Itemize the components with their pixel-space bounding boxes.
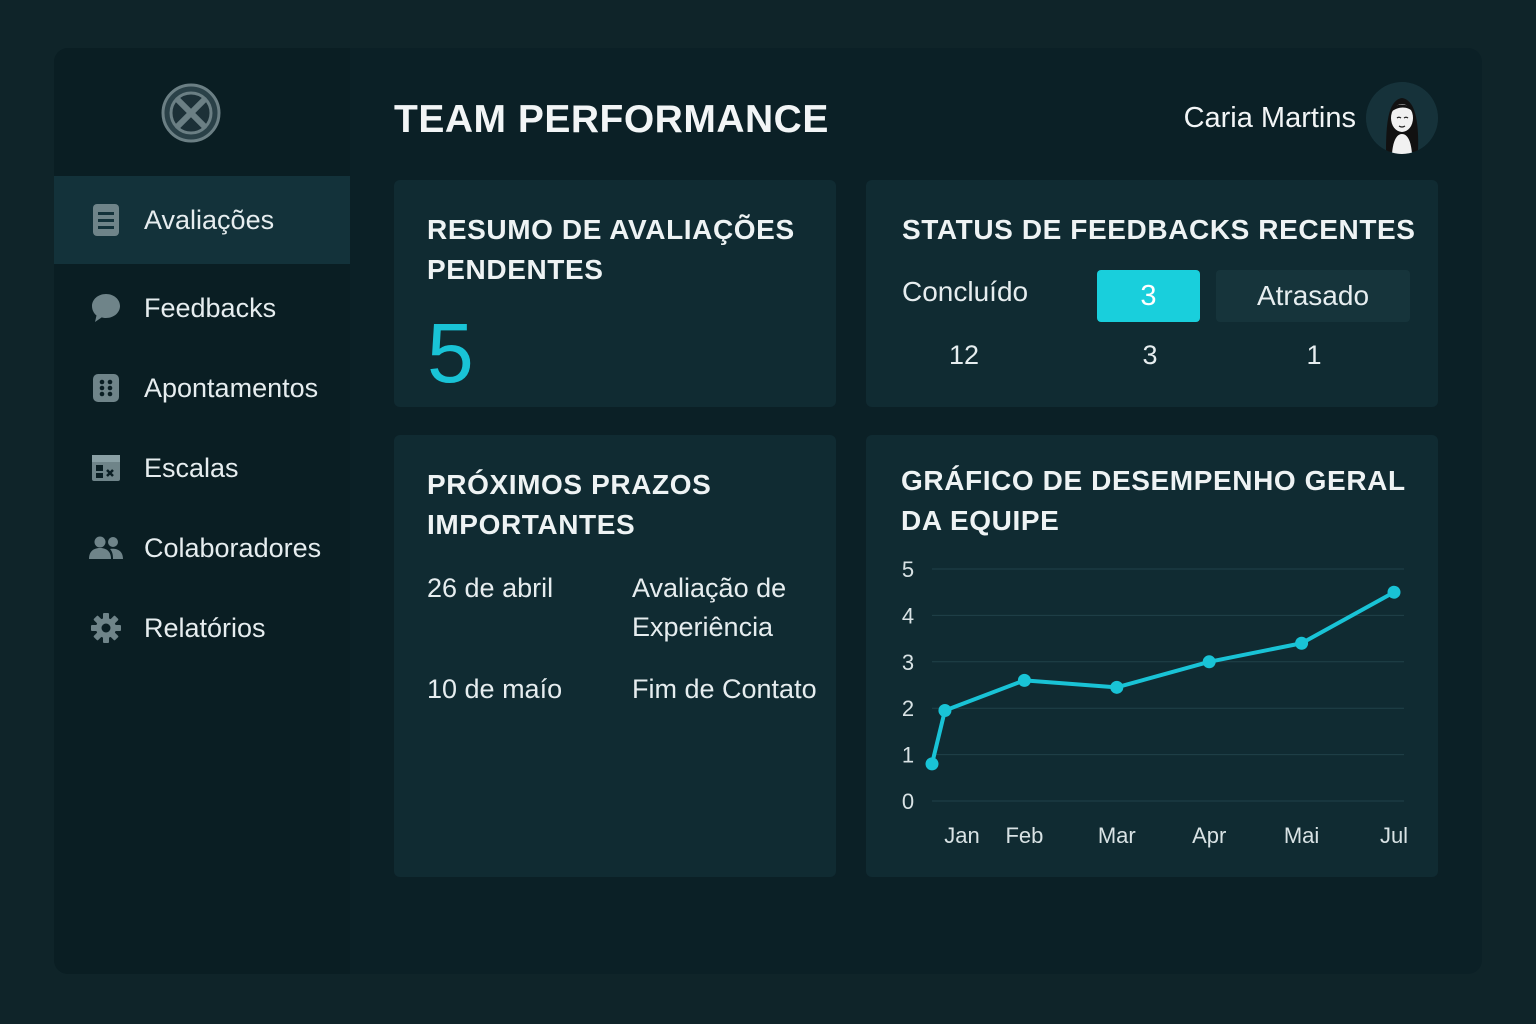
- deadlines-card: PRÓXIMOS PRAZOS IMPORTANTES 26 de abril …: [394, 435, 836, 877]
- avatar[interactable]: [1366, 82, 1438, 154]
- user-name: Caria Martins: [1183, 101, 1356, 134]
- data-point: [1017, 673, 1031, 687]
- document-icon: [88, 202, 124, 238]
- y-tick-label: 5: [902, 557, 914, 582]
- card-title-line: RESUMO DE AVALIAÇÕES: [427, 214, 795, 245]
- status-label-concluido: Concluído: [902, 276, 1029, 307]
- deadline-description: Fim de Contato: [632, 670, 842, 709]
- card-title-line: IMPORTANTES: [427, 509, 636, 540]
- users-icon: [88, 530, 124, 566]
- logo-icon: [160, 82, 222, 144]
- user-menu[interactable]: Caria Martins: [1184, 82, 1438, 154]
- deadline-description-line: Experiência: [632, 612, 774, 642]
- data-point: [925, 757, 939, 771]
- deadline-date: 10 de maío: [427, 674, 563, 704]
- page-title: TEAM PERFORMANCE: [394, 98, 829, 141]
- sidebar-item-label: Relatórios: [144, 612, 266, 643]
- deadline-description: Avaliação de Experiência: [632, 569, 842, 647]
- app-window: Avaliações Feedbacks Apontamentos Escala…: [54, 48, 1482, 974]
- data-point: [1202, 655, 1216, 669]
- pending-evaluations-card: RESUMO DE AVALIAÇÕES PENDENTES 5: [394, 180, 836, 407]
- sidebar-item-label: Colaboradores: [144, 532, 322, 563]
- performance-chart-card: GRÁFICO DE DESEMPENHO GERAL DA EQUIPE 01…: [866, 435, 1438, 877]
- data-point: [1387, 585, 1401, 599]
- sidebar-item-label: Apontamentos: [144, 372, 319, 403]
- y-tick-label: 2: [902, 696, 914, 721]
- status-pill-atrasado[interactable]: Atrasado: [1216, 270, 1410, 322]
- y-tick-label: 1: [902, 743, 914, 768]
- x-tick-label: Mar: [1098, 823, 1136, 848]
- y-tick-label: 3: [902, 650, 914, 675]
- sidebar-item-label: Escalas: [144, 452, 239, 483]
- sidebar-item-feedbacks[interactable]: Feedbacks: [54, 264, 350, 352]
- deadline-description-line: Avaliação de: [632, 573, 787, 603]
- sidebar-item-avaliacoes[interactable]: Avaliações: [54, 176, 350, 264]
- card-title: PRÓXIMOS PRAZOS IMPORTANTES: [427, 465, 711, 545]
- status-count: 1: [1306, 340, 1322, 370]
- sidebar-item-relatorios[interactable]: Relatórios: [54, 584, 350, 672]
- card-title-line: PRÓXIMOS PRAZOS: [427, 469, 712, 500]
- gear-icon: [88, 610, 124, 646]
- status-pill-active[interactable]: 3: [1097, 270, 1200, 322]
- card-title-line: PENDENTES: [427, 254, 604, 285]
- deadline-description-line: Fim de Contato: [632, 674, 817, 704]
- status-count: 12: [948, 340, 980, 370]
- pending-count: 5: [427, 306, 474, 400]
- x-tick-label: Jan: [944, 823, 979, 848]
- performance-line-chart: 0 1 2 3 4 5 Jan Feb Mar Apr Mai Jul: [902, 557, 1408, 848]
- sidebar-item-escalas[interactable]: Escalas: [54, 424, 350, 512]
- card-title: STATUS DE FEEDBACKS RECENTES: [902, 214, 1416, 245]
- sidebar-item-label: Avaliações: [144, 204, 275, 235]
- status-row: Concluído 3 Atrasado: [902, 270, 1410, 322]
- y-tick-label: 4: [902, 603, 914, 628]
- y-tick-label: 0: [902, 789, 914, 814]
- card-title: RESUMO DE AVALIAÇÕES PENDENTES: [427, 210, 795, 290]
- series-line: [930, 590, 1395, 765]
- sidebar-item-label: Feedbacks: [144, 292, 277, 323]
- deadline-date: 26 de abril: [427, 573, 554, 603]
- sidebar-item-colaboradores[interactable]: Colaboradores: [54, 504, 350, 592]
- data-point: [1295, 636, 1309, 650]
- x-tick-label: Mai: [1284, 823, 1319, 848]
- status-count: 3: [1142, 340, 1158, 370]
- x-tick-label: Jul: [1380, 823, 1408, 848]
- feedback-status-card: STATUS DE FEEDBACKS RECENTES Concluído 3…: [866, 180, 1438, 407]
- calendar-icon: [88, 450, 124, 486]
- data-point: [1110, 680, 1124, 694]
- x-tick-label: Apr: [1192, 823, 1226, 848]
- grid-dots-icon: [88, 370, 124, 406]
- chat-bubble-icon: [88, 290, 124, 326]
- x-tick-label: Feb: [1005, 823, 1043, 848]
- sidebar: Avaliações Feedbacks Apontamentos Escala…: [54, 48, 350, 974]
- sidebar-item-apontamentos[interactable]: Apontamentos: [54, 344, 350, 432]
- data-point: [938, 704, 952, 718]
